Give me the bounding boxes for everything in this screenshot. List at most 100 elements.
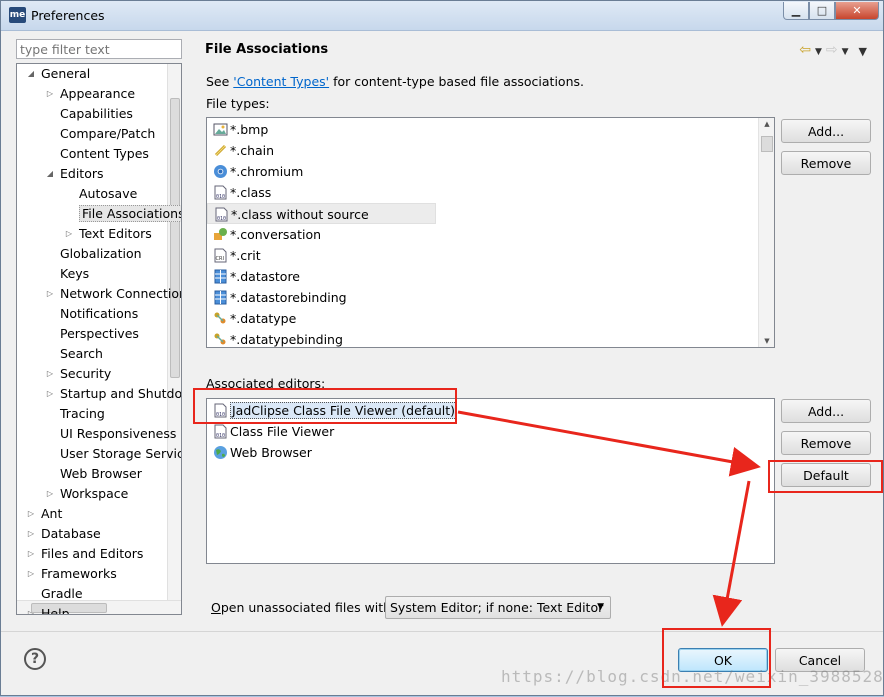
- tree-item[interactable]: Content Types: [44, 144, 149, 164]
- content-types-link[interactable]: 'Content Types': [233, 74, 329, 89]
- collapsed-arrow-icon[interactable]: ▷: [44, 384, 56, 404]
- open-unassociated-select[interactable]: System Editor; if none: Text Editor ▼: [385, 596, 611, 619]
- window-title: Preferences: [31, 8, 105, 23]
- tree-item[interactable]: ▷ Workspace: [44, 484, 128, 504]
- tree-item[interactable]: Autosave: [63, 184, 137, 204]
- expanded-arrow-icon[interactable]: ◢: [25, 64, 37, 84]
- list-item[interactable]: *.conversation: [207, 224, 321, 245]
- collapsed-arrow-icon[interactable]: ▷: [25, 504, 37, 524]
- tree-item-label: Gradle: [41, 586, 83, 601]
- forward-dropdown-icon[interactable]: ▼: [842, 45, 849, 59]
- back-dropdown-icon[interactable]: ▼: [815, 45, 822, 59]
- tree-item-label: General: [41, 66, 91, 81]
- tree-item[interactable]: UI Responsiveness: [44, 424, 176, 444]
- chromium-icon: [213, 164, 228, 179]
- tree-item[interactable]: User Storage Service: [44, 444, 181, 464]
- list-item[interactable]: Web Browser: [207, 442, 312, 463]
- tree-vertical-scrollbar[interactable]: [167, 64, 181, 600]
- tree-item[interactable]: ▷ Security: [44, 364, 111, 384]
- list-item[interactable]: *.datastorebinding: [207, 287, 347, 308]
- tree-item[interactable]: ▷ Appearance: [44, 84, 135, 104]
- tree-item-label: Content Types: [60, 146, 149, 161]
- view-menu-icon[interactable]: ▼: [859, 45, 867, 59]
- list-item[interactable]: *.datatypebinding: [207, 329, 343, 347]
- tree-item-label: Security: [60, 366, 112, 381]
- tree-item[interactable]: ▷ Text Editors: [63, 224, 152, 244]
- collapsed-arrow-icon[interactable]: ▷: [44, 364, 56, 384]
- crit-icon: CRI: [213, 248, 228, 263]
- minimize-icon[interactable]: ▁: [783, 2, 809, 20]
- tree-item[interactable]: ▷ Help: [25, 604, 70, 614]
- tree-item[interactable]: ▷ Frameworks: [25, 564, 117, 584]
- tree-item[interactable]: ▷ Network Connections: [44, 284, 181, 304]
- file-types-list[interactable]: ▲ ▼ *.bmp *.chain *.chromium 010 *.class 010 *.…: [206, 117, 775, 348]
- tree-item[interactable]: Perspectives: [44, 324, 139, 344]
- remove-editor-button[interactable]: Remove: [781, 431, 871, 455]
- collapsed-arrow-icon[interactable]: ▷: [25, 564, 37, 584]
- file-types-label: File types:: [206, 96, 270, 111]
- filter-input[interactable]: [16, 39, 182, 59]
- add-file-type-button[interactable]: Add...: [781, 119, 871, 143]
- list-item-label: *.class: [230, 185, 272, 200]
- svg-text:CRI: CRI: [216, 256, 224, 262]
- annotation-box-default: [768, 460, 883, 493]
- list-item[interactable]: *.datastore: [207, 266, 300, 287]
- tree-item-label: Web Browser: [60, 466, 142, 481]
- forward-arrow-icon[interactable]: ⇨: [826, 43, 838, 59]
- tree-item[interactable]: ◢ Editors: [44, 164, 104, 184]
- tree-item[interactable]: Search: [44, 344, 103, 364]
- datastore-icon: [213, 290, 228, 305]
- annotation-box-ok: [662, 628, 771, 688]
- list-item[interactable]: 010 *.class: [207, 182, 271, 203]
- maximize-icon[interactable]: □: [809, 2, 835, 20]
- list-item[interactable]: *.chromium: [207, 161, 303, 182]
- collapsed-arrow-icon[interactable]: ▷: [44, 284, 56, 304]
- collapsed-arrow-icon[interactable]: ▷: [44, 84, 56, 104]
- collapsed-arrow-icon[interactable]: ▷: [44, 484, 56, 504]
- svg-text:010: 010: [216, 433, 225, 439]
- tree-item[interactable]: Notifications: [44, 304, 138, 324]
- collapsed-arrow-icon[interactable]: ▷: [25, 524, 37, 544]
- file-types-scrollbar[interactable]: ▲ ▼: [758, 118, 774, 347]
- list-item[interactable]: 010 *.class without source: [207, 203, 436, 224]
- tree-item-label: Globalization: [60, 246, 142, 261]
- list-item-label: *.datatype: [230, 311, 297, 326]
- list-item[interactable]: CRI *.crit: [207, 245, 261, 266]
- tree-item[interactable]: Web Browser: [44, 464, 142, 484]
- tree-item[interactable]: ▷ Ant: [25, 504, 62, 524]
- tree-item[interactable]: ◢ General: [25, 64, 90, 84]
- chevron-down-icon: ▼: [597, 602, 604, 612]
- tree-item-label: Capabilities: [60, 106, 133, 121]
- tree-item[interactable]: Tracing: [44, 404, 105, 424]
- tree-item[interactable]: Gradle: [25, 584, 83, 604]
- expanded-arrow-icon[interactable]: ◢: [44, 164, 56, 184]
- datatype-icon: [213, 332, 228, 347]
- list-item[interactable]: *.bmp: [207, 119, 268, 140]
- collapsed-arrow-icon[interactable]: ▷: [63, 224, 75, 244]
- back-arrow-icon[interactable]: ⇦: [799, 43, 811, 59]
- collapsed-arrow-icon[interactable]: ▷: [25, 544, 37, 564]
- list-item[interactable]: 010 Class File Viewer: [207, 421, 334, 442]
- tree-item-label: Search: [60, 346, 103, 361]
- help-icon[interactable]: ?: [24, 648, 46, 670]
- tree-item[interactable]: Capabilities: [44, 104, 133, 124]
- tree-item[interactable]: ▷ Files and Editors: [25, 544, 143, 564]
- close-icon[interactable]: ✕: [835, 2, 879, 20]
- list-item[interactable]: *.chain: [207, 140, 274, 161]
- tree-item-label: Compare/Patch: [60, 126, 156, 141]
- tree-item[interactable]: Compare/Patch: [44, 124, 155, 144]
- tree-item[interactable]: Globalization: [44, 244, 142, 264]
- preferences-tree: ◢ General ▷ Appearance Capabilities Compare/P…: [16, 63, 182, 615]
- tree-item[interactable]: Keys: [44, 264, 89, 284]
- tree-item-label: Frameworks: [41, 566, 117, 581]
- tree-item[interactable]: ▷ Database: [25, 524, 101, 544]
- tree-item-label: Tracing: [60, 406, 105, 421]
- remove-file-type-button[interactable]: Remove: [781, 151, 871, 175]
- tree-item-label: Notifications: [60, 306, 139, 321]
- tree-item[interactable]: ▷ Startup and Shutdown: [44, 384, 181, 404]
- collapsed-arrow-icon[interactable]: ▷: [25, 604, 37, 614]
- list-item[interactable]: *.datatype: [207, 308, 296, 329]
- datastore-icon: [213, 269, 228, 284]
- add-editor-button[interactable]: Add...: [781, 399, 871, 423]
- tree-item[interactable]: File Associations: [63, 204, 181, 224]
